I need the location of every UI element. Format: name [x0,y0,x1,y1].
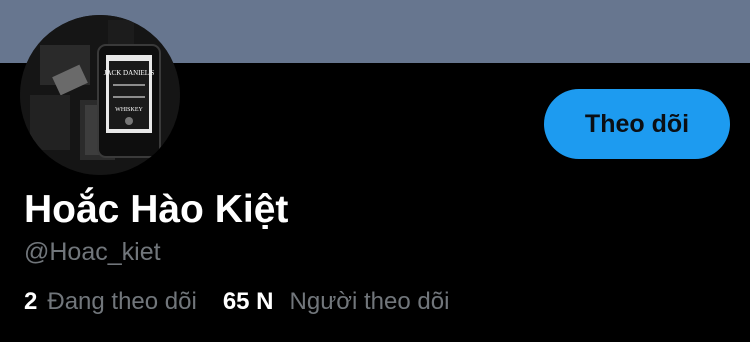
profile-stats: 2 Đang theo dõi 65 N Người theo dõi [24,285,449,319]
avatar-image: JACK DANIEL'S WHISKEY [20,15,180,175]
following-count: 2 [24,288,38,315]
followers-label: Người theo dõi [289,288,450,315]
username-handle: @Hoac_kiet [24,238,161,266]
display-name: Hoắc Hào Kiệt [24,188,289,231]
avatar[interactable]: JACK DANIEL'S WHISKEY [20,15,180,175]
followers-count: 65 N [222,288,274,315]
following-label: Đang theo dõi [47,288,197,315]
follow-button[interactable]: Theo dõi [544,89,730,159]
avatar-brand-text: JACK DANIEL'S [104,69,155,77]
avatar-sub-text: WHISKEY [115,107,143,113]
following-stat[interactable]: 2 Đang theo dõi [24,285,197,319]
followers-stat[interactable]: 65 N Người theo dõi [223,285,450,319]
